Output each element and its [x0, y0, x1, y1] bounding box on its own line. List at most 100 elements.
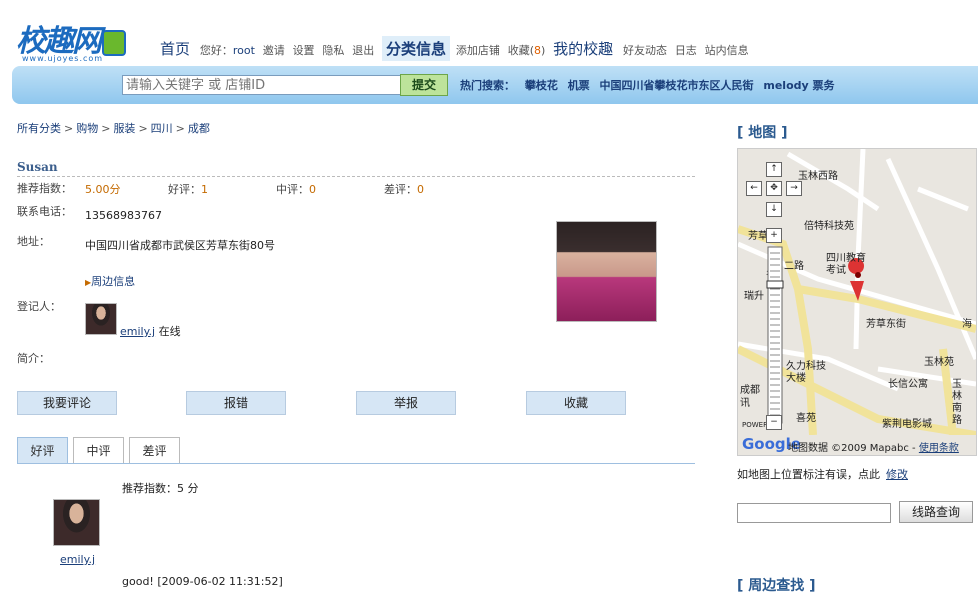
- breadcrumb-item[interactable]: 购物: [76, 122, 98, 135]
- map-label: 讯: [740, 397, 750, 409]
- modify-link[interactable]: 修改: [886, 468, 908, 481]
- registrant-info: emily.j 在线: [120, 325, 181, 338]
- map-label: 二路: [784, 259, 804, 272]
- mid-review-stat: 中评：0: [276, 183, 316, 196]
- nav-invite[interactable]: 邀请: [263, 44, 285, 57]
- tab-good[interactable]: 好评: [17, 437, 68, 464]
- favorite-button[interactable]: 收藏: [526, 391, 626, 415]
- breadcrumb-item[interactable]: 四川: [151, 122, 173, 135]
- registrant-link[interactable]: emily.j: [120, 325, 155, 338]
- map-title: [ 地图 ]: [737, 125, 788, 141]
- nav-favorites[interactable]: 收藏(8): [508, 44, 546, 57]
- route-input[interactable]: [737, 503, 891, 523]
- map-label: 考试: [826, 263, 846, 276]
- nav-home[interactable]: 首页: [160, 40, 190, 58]
- breadcrumb-item[interactable]: 成都: [188, 122, 210, 135]
- nav-settings[interactable]: 设置: [293, 44, 315, 57]
- rating-label: 推荐指数：: [17, 182, 72, 195]
- shop-name: Susan: [17, 160, 58, 174]
- map-label: 玉: [952, 379, 962, 390]
- breadcrumb-item[interactable]: 所有分类: [17, 122, 61, 135]
- search-bar: 提交 热门搜索： 攀枝花 机票 中国四川省攀枝花市东区人民街 melody 票务: [12, 66, 978, 104]
- report-error-button[interactable]: 报错: [186, 391, 286, 415]
- pan-left-icon[interactable]: ←: [746, 181, 762, 196]
- map-label: 林: [952, 389, 962, 402]
- review-body: good! [2009-06-02 11:31:52]: [122, 575, 283, 588]
- map-label: 成都: [740, 384, 760, 396]
- map-label: 久力科技: [786, 359, 826, 372]
- nav-add-shop[interactable]: 添加店铺: [456, 44, 500, 57]
- divider: [17, 176, 695, 177]
- pan-right-icon[interactable]: →: [786, 181, 802, 196]
- map-footer: Google 地图数据 ©2009 Mapabc - 使用条款: [738, 435, 976, 455]
- address-label: 地址：: [17, 235, 50, 248]
- phone-label: 联系电话：: [17, 205, 72, 218]
- terms-link[interactable]: 使用条款: [919, 443, 959, 454]
- site-logo[interactable]: 校趣网 www.ujoyes.com: [16, 16, 138, 64]
- zoom-out-icon[interactable]: −: [766, 415, 782, 430]
- map-label: 玉林西路: [798, 169, 838, 182]
- greeting: 您好：root: [199, 44, 255, 57]
- route-query-button[interactable]: 线路查询: [899, 501, 973, 523]
- review-avatar[interactable]: [53, 499, 100, 546]
- intro-label: 简介：: [17, 352, 50, 365]
- nav-log[interactable]: 日志: [675, 44, 697, 57]
- map-label: 紫荆电影城: [882, 417, 932, 430]
- map-label: 倍特科技苑: [804, 219, 854, 232]
- map-label: 路: [952, 413, 962, 426]
- top-nav: 首页 您好：root 邀请 设置 隐私 退出 分类信息 添加店铺 收藏(8) 我…: [160, 36, 753, 64]
- report-abuse-button[interactable]: 举报: [356, 391, 456, 415]
- tab-mid[interactable]: 中评: [73, 437, 124, 464]
- map-label: 长信公寓: [888, 377, 928, 390]
- nav-classified[interactable]: 分类信息: [382, 36, 451, 61]
- map-label: 喜苑: [796, 411, 816, 424]
- hot-term[interactable]: melody 票务: [763, 79, 834, 92]
- logo-url: www.ujoyes.com: [22, 54, 104, 63]
- hot-term[interactable]: 攀枝花: [525, 79, 558, 92]
- hot-term[interactable]: 中国四川省攀枝花市东区人民街: [600, 79, 754, 92]
- map-label: 玉林苑: [924, 355, 954, 368]
- nav-site-messages[interactable]: 站内信息: [705, 44, 749, 57]
- nearby-search-title: [ 周边查找 ]: [737, 578, 816, 594]
- shop-photo[interactable]: [556, 221, 657, 322]
- rating-value: 5.00分: [85, 183, 121, 196]
- map-label: 四川教育: [826, 251, 866, 264]
- phone-value: 13568983767: [85, 209, 162, 222]
- registrant-label: 登记人：: [17, 300, 61, 313]
- nav-logout[interactable]: 退出: [352, 44, 374, 57]
- map-note: 如地图上位置标注有误，点此 修改: [737, 468, 908, 481]
- nearby-link[interactable]: ▶周边信息: [85, 273, 135, 289]
- review-user: emily.j: [60, 553, 96, 566]
- breadcrumb-item[interactable]: 服装: [113, 122, 135, 135]
- pan-center-icon[interactable]: ✥: [766, 181, 782, 196]
- good-review-stat: 好评：1: [168, 183, 208, 196]
- tab-underline: [17, 463, 695, 464]
- nav-privacy[interactable]: 隐私: [322, 44, 344, 57]
- hot-label: 热门搜索：: [460, 79, 515, 92]
- breadcrumb: 所有分类 > 购物 > 服装 > 四川 > 成都: [17, 122, 210, 135]
- nav-friend-activity[interactable]: 好友动态: [623, 44, 667, 57]
- nav-my-school[interactable]: 我的校趣: [553, 40, 613, 58]
- pan-down-icon[interactable]: ↓: [766, 202, 782, 217]
- map-label: POWER: [742, 421, 768, 429]
- comment-button[interactable]: 我要评论: [17, 391, 117, 415]
- search-input[interactable]: [122, 75, 402, 95]
- address-value: 中国四川省成都市武侯区芳草东街80号: [85, 239, 275, 252]
- bad-review-stat: 差评：0: [384, 183, 424, 196]
- tab-bad[interactable]: 差评: [129, 437, 180, 464]
- map-label: 芳草东街: [866, 317, 906, 330]
- zoom-in-icon[interactable]: +: [766, 228, 782, 243]
- hot-term[interactable]: 机票: [568, 79, 590, 92]
- map-label: 瑞升: [744, 290, 764, 302]
- map-view[interactable]: 玉林西路 倍特科技苑 芳草街 二路 四川教育 考试 名 瑞升 芳草东街 海 玉林…: [737, 148, 977, 456]
- map-label: 南: [952, 401, 962, 414]
- map-attribution: 地图数据 ©2009 Mapabc - 使用条款: [788, 443, 959, 454]
- registrant-avatar[interactable]: [85, 303, 117, 335]
- nav-user[interactable]: root: [233, 44, 255, 57]
- hot-searches: 热门搜索： 攀枝花 机票 中国四川省攀枝花市东区人民街 melody 票务: [460, 77, 835, 93]
- review-rating: 推荐指数：5 分: [122, 482, 199, 495]
- pan-up-icon[interactable]: ↑: [766, 162, 782, 177]
- search-submit-button[interactable]: 提交: [400, 74, 448, 96]
- map-label: 大楼: [786, 371, 806, 384]
- map-label: 海: [962, 317, 972, 330]
